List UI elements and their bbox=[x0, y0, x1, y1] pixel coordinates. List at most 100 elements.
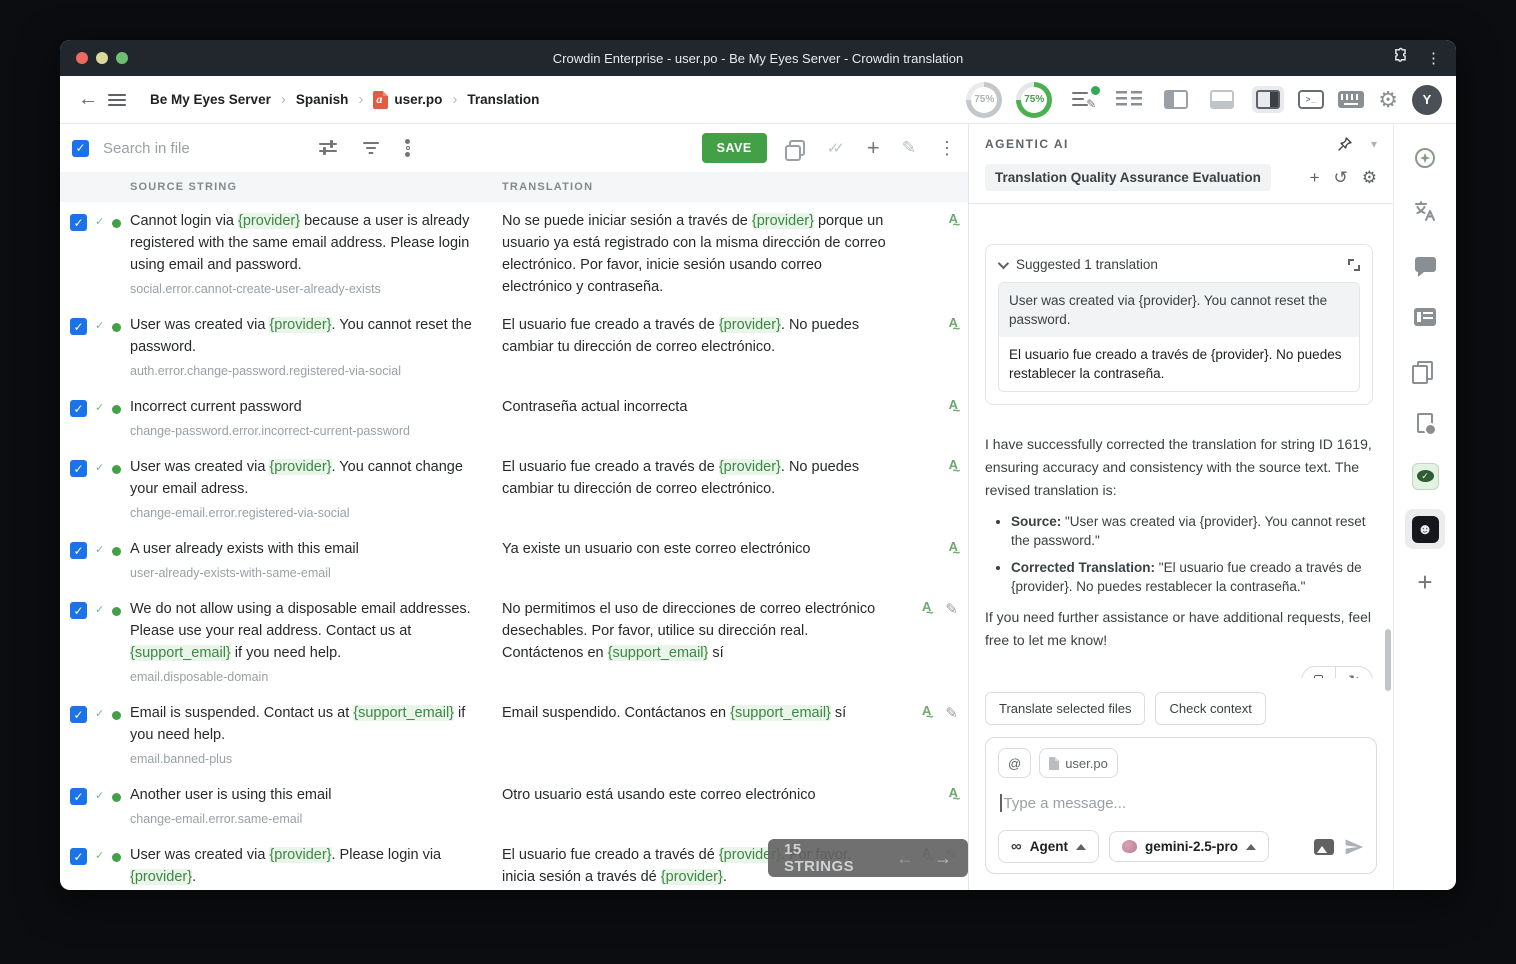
row-checkbox[interactable]: ✓ bbox=[70, 848, 87, 865]
edit-translation-icon[interactable]: ✎ bbox=[945, 600, 958, 618]
edit-icon[interactable]: ✎ bbox=[902, 138, 916, 158]
add-app-icon[interactable]: + bbox=[1405, 562, 1445, 602]
row-checkbox[interactable]: ✓ bbox=[70, 214, 87, 231]
source-string[interactable]: Email is suspended. Contact us at {suppo… bbox=[130, 702, 476, 746]
back-icon[interactable]: ← bbox=[74, 88, 102, 111]
filter-icon[interactable] bbox=[363, 141, 379, 155]
translation-text[interactable]: El usuario fue creado a través de {provi… bbox=[502, 456, 888, 500]
next-page-icon[interactable]: → bbox=[934, 848, 952, 869]
row-checkbox[interactable]: ✓ bbox=[70, 602, 87, 619]
context-card-icon[interactable] bbox=[1405, 297, 1445, 337]
source-string[interactable]: User was created via {provider}. You can… bbox=[130, 314, 476, 358]
select-all-checkbox[interactable]: ✓ bbox=[72, 140, 89, 157]
attachment-chip[interactable]: user.po bbox=[1039, 748, 1118, 778]
approval-progress-ring[interactable]: 75% bbox=[1016, 82, 1052, 118]
save-button[interactable]: SAVE bbox=[702, 133, 767, 163]
file-info-icon[interactable] bbox=[1405, 403, 1445, 443]
panel-scrollbar[interactable] bbox=[1385, 629, 1391, 691]
row-checkbox[interactable]: ✓ bbox=[70, 460, 87, 477]
translate-selected-files-button[interactable]: Translate selected files bbox=[985, 692, 1145, 725]
translate-icon[interactable] bbox=[1405, 191, 1445, 231]
table-row[interactable]: ✓✓User was created via {provider}. You c… bbox=[60, 448, 968, 530]
table-row[interactable]: ✓✓Email is suspended. Contact us at {sup… bbox=[60, 694, 968, 776]
spellcheck-icon[interactable]: A bbox=[949, 786, 958, 800]
source-string[interactable]: A user already exists with this email bbox=[130, 538, 476, 560]
approve-all-icon[interactable]: ✓✓ bbox=[827, 139, 845, 157]
source-string[interactable]: Incorrect current password bbox=[130, 396, 476, 418]
table-row[interactable]: ✓✓A user already exists with this emailu… bbox=[60, 530, 968, 590]
table-row[interactable]: ✓✓Cannot login via {provider} because a … bbox=[60, 202, 968, 306]
spellcheck-icon[interactable]: A bbox=[922, 704, 931, 718]
translation-text[interactable]: No se puede iniciar sesión a través de {… bbox=[502, 210, 888, 298]
compose-notes-icon[interactable]: ✎ bbox=[1072, 89, 1098, 111]
row-checkbox[interactable]: ✓ bbox=[70, 400, 87, 417]
row-checkbox[interactable]: ✓ bbox=[70, 542, 87, 559]
collapse-panel-icon[interactable]: ▾ bbox=[1371, 137, 1377, 151]
glossary-icon[interactable] bbox=[1405, 350, 1445, 390]
browser-menu-icon[interactable]: ⋮ bbox=[1426, 49, 1442, 67]
ai-assistant-icon[interactable] bbox=[1405, 138, 1445, 178]
view-panel-bottom-button[interactable] bbox=[1206, 86, 1238, 113]
view-columns-button[interactable] bbox=[1112, 86, 1146, 113]
regenerate-icon[interactable]: ↻ bbox=[1335, 667, 1372, 678]
message-input[interactable]: Type a message... bbox=[1000, 794, 1362, 812]
filter-settings-icon[interactable] bbox=[319, 141, 337, 155]
source-string[interactable]: User was created via {provider}. You can… bbox=[130, 456, 476, 500]
pin-icon[interactable] bbox=[1337, 136, 1353, 152]
table-row[interactable]: ✓✓Another user is using this emailchange… bbox=[60, 776, 968, 836]
source-string[interactable]: User was created via {provider}. Please … bbox=[130, 844, 476, 888]
spellcheck-icon[interactable]: A bbox=[949, 458, 958, 472]
panel-settings-icon[interactable]: ⚙ bbox=[1362, 168, 1377, 188]
source-string[interactable]: Another user is using this email bbox=[130, 784, 476, 806]
edit-translation-icon[interactable]: ✎ bbox=[945, 704, 958, 722]
prev-page-icon[interactable]: ← bbox=[896, 848, 914, 869]
menu-icon[interactable] bbox=[108, 94, 126, 106]
expand-icon[interactable] bbox=[1348, 259, 1360, 271]
copy-source-icon[interactable] bbox=[789, 140, 805, 156]
breadcrumb-file[interactable]: user.po bbox=[373, 91, 442, 109]
row-checkbox[interactable]: ✓ bbox=[70, 706, 87, 723]
history-icon[interactable]: ↺ bbox=[1334, 168, 1348, 188]
source-string[interactable]: Cannot login via {provider} because a us… bbox=[130, 210, 476, 276]
translation-text[interactable]: No permitimos el uso de direcciones de c… bbox=[502, 598, 888, 664]
spellcheck-icon[interactable]: A bbox=[949, 316, 958, 330]
suggestion-translation[interactable]: El usuario fue creado a través de {provi… bbox=[999, 337, 1359, 391]
qa-app-icon[interactable]: ✓ bbox=[1405, 456, 1445, 496]
attach-image-icon[interactable] bbox=[1314, 839, 1334, 855]
translation-text[interactable]: Email suspendido. Contáctanos en {suppor… bbox=[502, 702, 888, 724]
translation-progress-ring[interactable]: 75% bbox=[966, 82, 1002, 118]
breadcrumb-language[interactable]: Spanish bbox=[296, 92, 349, 107]
translation-text[interactable]: Otro usuario está usando este correo ele… bbox=[502, 784, 888, 806]
agentic-ai-app-icon[interactable]: ☻ bbox=[1405, 509, 1445, 549]
breadcrumb-mode[interactable]: Translation bbox=[467, 92, 539, 107]
new-chat-icon[interactable]: + bbox=[1310, 168, 1320, 188]
row-checkbox[interactable]: ✓ bbox=[70, 788, 87, 805]
add-string-icon[interactable]: + bbox=[867, 135, 880, 161]
settings-gear-icon[interactable]: ⚙ bbox=[1378, 87, 1398, 113]
prompt-tab[interactable]: Translation Quality Assurance Evaluation bbox=[985, 164, 1271, 191]
user-avatar[interactable]: Y bbox=[1412, 85, 1442, 115]
translation-text[interactable]: El usuario fue creado a través de {provi… bbox=[502, 314, 888, 358]
mention-button[interactable]: @ bbox=[998, 748, 1031, 778]
comments-icon[interactable] bbox=[1405, 244, 1445, 284]
table-row[interactable]: ✓✓User was created via {provider}. You c… bbox=[60, 306, 968, 388]
agent-mode-dropdown[interactable]: ∞Agent bbox=[998, 830, 1099, 863]
copy-message-icon[interactable] bbox=[1302, 667, 1335, 678]
send-icon[interactable] bbox=[1344, 837, 1364, 857]
spellcheck-icon[interactable]: A bbox=[949, 398, 958, 412]
search-input[interactable]: Search in file bbox=[103, 140, 293, 157]
translation-text[interactable]: Contraseña actual incorrecta bbox=[502, 396, 888, 418]
check-context-button[interactable]: Check context bbox=[1155, 692, 1265, 725]
keyboard-shortcuts-icon[interactable] bbox=[1338, 91, 1364, 108]
model-dropdown[interactable]: gemini-2.5-pro bbox=[1109, 831, 1269, 862]
translation-text[interactable]: Ya existe un usuario con este correo ele… bbox=[502, 538, 888, 560]
chevron-down-icon[interactable] bbox=[998, 257, 1009, 268]
row-checkbox[interactable]: ✓ bbox=[70, 318, 87, 335]
spellcheck-icon[interactable]: A bbox=[949, 540, 958, 554]
breadcrumb-project[interactable]: Be My Eyes Server bbox=[150, 92, 271, 107]
string-order-icon[interactable] bbox=[405, 139, 410, 157]
view-sidebar-right-button[interactable] bbox=[1252, 86, 1284, 113]
more-options-icon[interactable]: ⋮ bbox=[938, 138, 956, 159]
extensions-icon[interactable] bbox=[1393, 47, 1410, 69]
view-sidebar-left-button[interactable] bbox=[1160, 86, 1192, 113]
